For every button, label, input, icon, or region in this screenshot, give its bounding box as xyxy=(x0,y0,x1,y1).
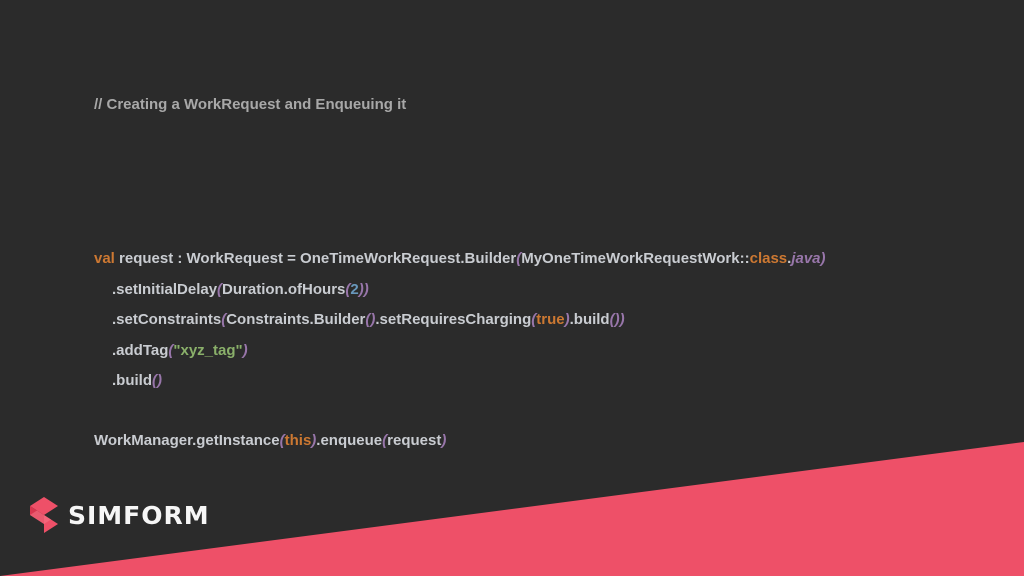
keyword-true: true xyxy=(536,311,565,328)
paren: )) xyxy=(358,281,369,298)
code-text: Duration.ofHours xyxy=(222,281,346,298)
code-comment: // Creating a WorkRequest and Enqueuing … xyxy=(94,96,407,113)
code-text: .enqueue xyxy=(316,432,383,449)
simform-s-logo-icon xyxy=(30,497,58,533)
code-text: .addTag xyxy=(112,342,169,359)
keyword-val: val xyxy=(94,250,115,267)
paren: ) xyxy=(441,432,447,449)
java-keyword: java xyxy=(791,250,821,267)
code-block: val request : WorkRequest = OneTimeWorkR… xyxy=(94,0,826,449)
code-text: .setRequiresCharging xyxy=(375,311,532,328)
code-line-5: .build() xyxy=(112,372,162,389)
code-text: MyOneTimeWorkRequestWork:: xyxy=(521,250,750,267)
code-line-2: .setInitialDelay(Duration.ofHours(2)) xyxy=(112,281,369,298)
paren: ) xyxy=(820,250,826,267)
paren: () xyxy=(152,372,162,389)
code-text: request : WorkRequest = OneTimeWorkReque… xyxy=(114,250,517,267)
number-literal: 2 xyxy=(350,281,359,298)
code-line-3: .setConstraints(Constraints.Builder().se… xyxy=(112,311,625,328)
string-literal: "xyz_tag" xyxy=(173,342,243,359)
code-line-4: .addTag("xyz_tag") xyxy=(112,342,248,359)
paren: ()) xyxy=(609,311,625,328)
code-text: .build xyxy=(112,372,152,389)
keyword-this: this xyxy=(284,432,312,449)
code-line-1: val request : WorkRequest = OneTimeWorkR… xyxy=(94,250,826,267)
code-text: .setInitialDelay xyxy=(112,281,218,298)
paren: () xyxy=(365,311,376,328)
code-text: .setConstraints xyxy=(112,311,222,328)
slide: // Creating a WorkRequest and Enqueuing … xyxy=(0,0,1024,576)
paren: ) xyxy=(242,342,248,359)
logo-text: SIMFORM xyxy=(68,500,210,530)
code-line-6: WorkManager.getInstance(this).enqueue(re… xyxy=(94,432,446,449)
simform-logo: SIMFORM xyxy=(28,497,210,533)
code-text: .build xyxy=(569,311,610,328)
code-text: Constraints.Builder xyxy=(226,311,366,328)
code-text: request xyxy=(387,432,442,449)
keyword-class: class xyxy=(749,250,788,267)
code-text: WorkManager.getInstance xyxy=(94,432,280,449)
